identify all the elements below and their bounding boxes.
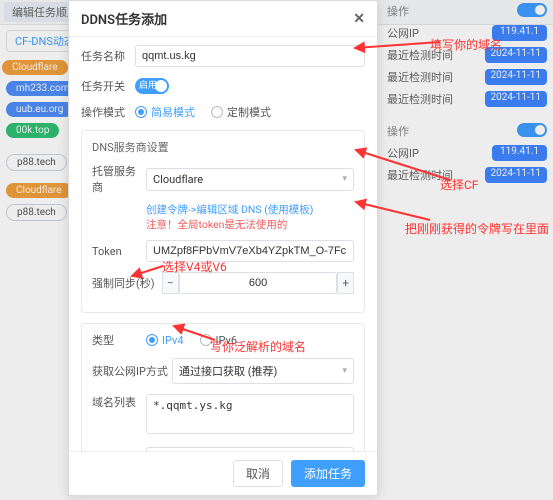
get-ip-value: 通过接口获取 (推荐) [179, 363, 277, 379]
type-ipv6-radio[interactable]: IPv6 [200, 334, 238, 347]
hoster-hints: 创建令牌->编辑区域 DNS (使用模板) 注意！全局token是无法使用的 [146, 203, 354, 232]
panel-dns-title: DNS服务商设置 [92, 139, 354, 155]
radio-dot-icon [200, 334, 212, 346]
row-hoster: 托管服务商 Cloudflare ▾ [92, 163, 354, 195]
radio-dot-icon [211, 106, 223, 118]
sync-stepper: − + [162, 272, 354, 294]
row-type: 类型 IPv4 IPv6 [92, 332, 354, 348]
mode-custom-label: 定制模式 [227, 104, 271, 120]
ipv4-label: IPv4 [162, 334, 184, 347]
add-task-button[interactable]: 添加任务 [291, 460, 365, 487]
row-sync: 强制同步(秒) − + [92, 272, 354, 294]
sync-minus-button[interactable]: − [162, 272, 179, 294]
chevron-down-icon: ▾ [342, 174, 347, 184]
radio-dot-icon [146, 334, 158, 346]
get-ip-select[interactable]: 通过接口获取 (推荐) ▾ [172, 358, 354, 384]
token-label: Token [92, 245, 146, 258]
row-task-switch: 任务开关 启用 [81, 77, 365, 94]
sync-plus-button[interactable]: + [337, 272, 354, 294]
ipv6-label: IPv6 [216, 334, 238, 347]
row-task-name: 任务名称 [81, 45, 365, 67]
radio-dot-icon [135, 106, 147, 118]
ddns-modal: DDNS任务添加 ✕ 任务名称 任务开关 启用 操作模式 简易模式 [68, 0, 378, 496]
modal-title: DDNS任务添加 [81, 9, 167, 28]
task-switch-toggle[interactable]: 启用 [135, 78, 169, 94]
type-ipv4-radio[interactable]: IPv4 [146, 334, 184, 347]
close-icon[interactable]: ✕ [353, 11, 365, 27]
hoster-label: 托管服务商 [92, 163, 146, 195]
modal-body: 任务名称 任务开关 启用 操作模式 简易模式 定制模式 [69, 37, 377, 451]
type-label: 类型 [92, 332, 146, 348]
cancel-button[interactable]: 取消 [233, 460, 283, 487]
mode-label: 操作模式 [81, 104, 135, 120]
domain-list-textarea[interactable] [146, 394, 354, 434]
hoster-value: Cloudflare [153, 173, 203, 186]
task-switch-label: 任务开关 [81, 78, 135, 94]
mode-custom-radio[interactable]: 定制模式 [211, 104, 271, 120]
sync-label: 强制同步(秒) [92, 275, 162, 291]
hint-global-token: 注意！全局token是无法使用的 [146, 218, 354, 233]
modal-header: DDNS任务添加 ✕ [69, 1, 377, 37]
token-input[interactable] [146, 240, 354, 262]
row-token: Token [92, 240, 354, 262]
task-name-input[interactable] [135, 45, 365, 67]
hint-create-token[interactable]: 创建令牌->编辑区域 DNS (使用模板) [146, 203, 354, 218]
hoster-select[interactable]: Cloudflare ▾ [146, 168, 354, 191]
row-domain-list: 域名列表 [92, 394, 354, 437]
panel-network: 类型 IPv4 IPv6 获取公网IP方式 通过接口获取 (推荐) [81, 323, 365, 451]
panel-dns-provider: DNS服务商设置 托管服务商 Cloudflare ▾ 创建令牌->编辑区域 D… [81, 130, 365, 313]
mode-simple-label: 简易模式 [151, 104, 195, 120]
get-ip-label: 获取公网IP方式 [92, 363, 172, 379]
mode-simple-radio[interactable]: 简易模式 [135, 104, 195, 120]
row-mode: 操作模式 简易模式 定制模式 [81, 104, 365, 120]
domain-list-label: 域名列表 [92, 394, 146, 410]
chevron-down-icon: ▾ [342, 366, 347, 376]
sync-value-input[interactable] [179, 272, 338, 294]
row-get-ip: 获取公网IP方式 通过接口获取 (推荐) ▾ [92, 358, 354, 384]
task-name-label: 任务名称 [81, 48, 135, 64]
modal-footer: 取消 添加任务 [69, 451, 377, 495]
